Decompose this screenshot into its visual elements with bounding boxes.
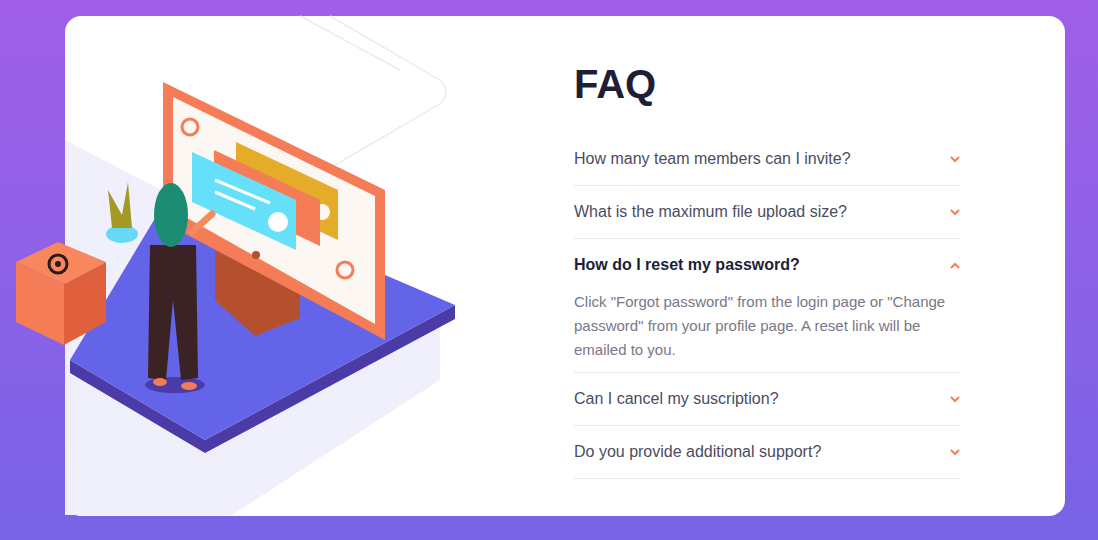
faq-list: How many team members can I invite? What … — [574, 133, 960, 479]
faq-question[interactable]: How do I reset my password? — [574, 255, 960, 275]
faq-answer: Click "Forgot password" from the login p… — [574, 290, 960, 362]
faq-question[interactable]: Do you provide additional support? — [574, 442, 960, 462]
faq-item[interactable]: Do you provide additional support? — [574, 426, 960, 479]
illustration-column — [65, 16, 574, 516]
chevron-icon — [950, 396, 960, 403]
faq-item[interactable]: How many team members can I invite? — [574, 133, 960, 186]
illustration — [65, 16, 574, 516]
chevron-icon — [950, 209, 960, 216]
faq-card: FAQ How many team members can I invite? Wh… — [65, 16, 1065, 516]
faq-item[interactable]: How do I reset my password? Click "Forgot… — [574, 239, 960, 373]
faq-item[interactable]: Can I cancel my suscription? — [574, 373, 960, 426]
chevron-icon — [950, 449, 960, 456]
chevron-icon — [950, 156, 960, 163]
page: FAQ How many team members can I invite? Wh… — [0, 0, 1098, 540]
faq-item[interactable]: What is the maximum file upload size? — [574, 186, 960, 239]
faq-question[interactable]: How many team members can I invite? — [574, 149, 960, 169]
faq-question[interactable]: What is the maximum file upload size? — [574, 202, 960, 222]
faq-heading: FAQ — [574, 60, 960, 108]
chevron-icon — [950, 262, 960, 269]
faq-column: FAQ How many team members can I invite? Wh… — [574, 16, 960, 516]
faq-question[interactable]: Can I cancel my suscription? — [574, 389, 960, 409]
